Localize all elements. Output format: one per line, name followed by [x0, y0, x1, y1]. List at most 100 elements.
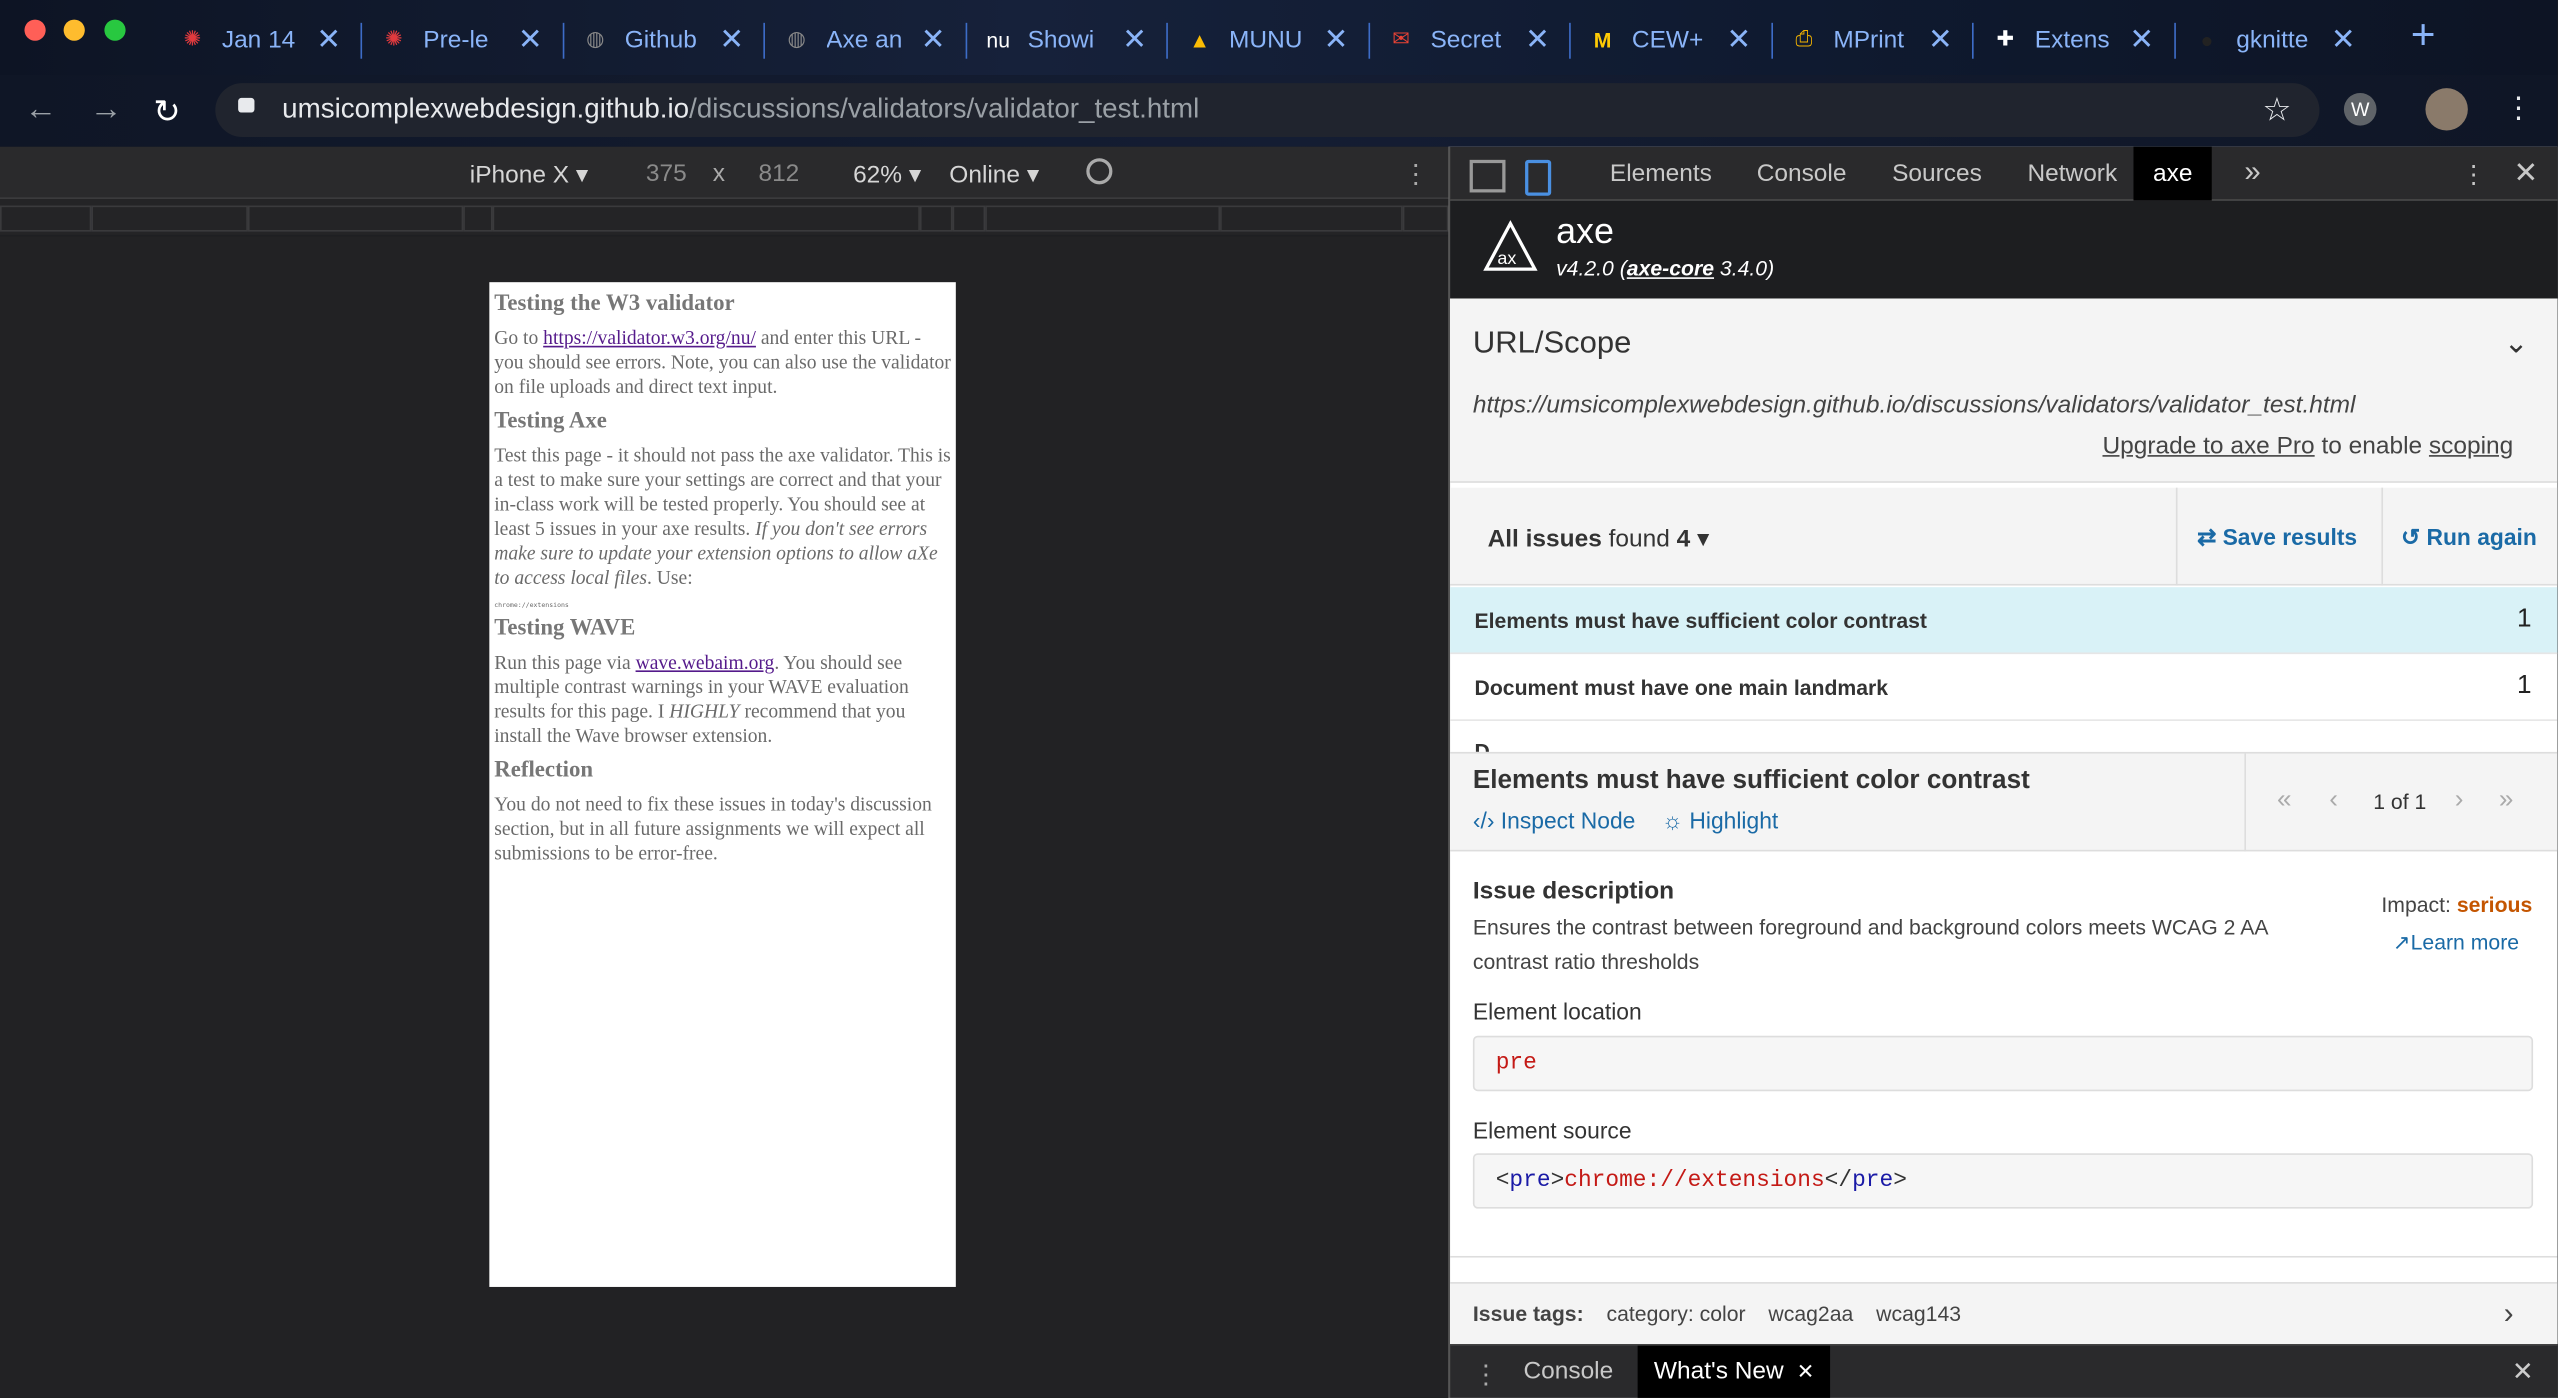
devtools-tab[interactable]: axe — [2133, 146, 2213, 201]
external-link-icon: ↗ — [2392, 929, 2411, 955]
highlight-button[interactable]: ☼ Highlight — [1662, 807, 1778, 833]
page-preview: Testing the W3 validator Go to https://v… — [489, 282, 956, 1287]
media-query-ruler — [0, 198, 1449, 235]
drawer-tab[interactable]: What's New ✕ — [1637, 1345, 1831, 1398]
wave-link[interactable]: wave.webaim.org — [636, 651, 775, 674]
tab-label: Github — [624, 25, 697, 54]
new-tab-button[interactable]: + — [2411, 10, 2436, 61]
element-source-box[interactable]: <pre>chrome://extensions</pre> — [1472, 1153, 2534, 1209]
puzzle-icon: ✚ — [1996, 26, 2015, 51]
element-location-title: Element location — [1472, 998, 1642, 1025]
forward-icon[interactable]: → — [90, 91, 123, 129]
detail-title: Elements must have sufficient color cont… — [1472, 766, 2030, 795]
more-tabs-icon[interactable]: » — [2244, 155, 2260, 189]
devtools-tab[interactable]: Elements — [1610, 160, 1712, 188]
chevron-down-icon[interactable]: ⌄ — [2504, 326, 2529, 360]
tab-close-icon[interactable]: ✕ — [2331, 22, 2356, 56]
axe-core-link[interactable]: axe-core — [1627, 256, 1714, 280]
tab-close-icon[interactable]: ✕ — [921, 22, 946, 56]
browser-tab[interactable]: ▲ MUNU ✕ — [1183, 13, 1348, 65]
tab-close-icon[interactable]: ✕ — [1324, 22, 1349, 56]
browser-tab[interactable]: ✉ Secret ✕ — [1385, 13, 1550, 65]
list-item-partial[interactable]: D — [1475, 739, 1490, 752]
axe-version: v4.2.0 (axe-core 3.4.0) — [1556, 256, 1775, 281]
height-input[interactable]: 812 — [758, 160, 799, 188]
drawer-tab[interactable]: Console — [1523, 1346, 1613, 1398]
maximize-window-button[interactable] — [104, 19, 126, 41]
drawer-close-icon[interactable]: ✕ — [2512, 1355, 2534, 1388]
tab-separator — [1367, 22, 1370, 59]
tab-separator — [1166, 22, 1168, 59]
back-icon[interactable]: ← — [24, 91, 57, 129]
devtools-tab[interactable]: Console — [1757, 160, 1847, 188]
tab-close-icon[interactable]: ✕ — [518, 22, 543, 56]
tab-close-icon[interactable]: ✕ — [1928, 22, 1953, 56]
nu-icon: nu — [986, 26, 1011, 52]
width-input[interactable]: 375 — [646, 160, 687, 188]
tab-label: Secret — [1430, 25, 1502, 54]
tab-close-icon[interactable]: ✕ — [1727, 22, 1752, 56]
browser-tab[interactable]: ● gknitte ✕ — [2191, 13, 2356, 65]
browser-tab[interactable]: ✺ Jan 14 ✕ — [176, 13, 341, 65]
last-page-icon[interactable]: » — [2499, 786, 2514, 815]
prev-page-icon[interactable]: ‹ — [2329, 786, 2338, 815]
scoping-link[interactable]: scoping — [2429, 432, 2513, 460]
tab-separator — [1770, 22, 1773, 59]
rotate-icon[interactable] — [1086, 158, 1113, 185]
bookmark-star-icon[interactable]: ☆ — [2262, 90, 2291, 131]
issue-row[interactable]: Document must have one main landmark 1 — [1450, 654, 2558, 721]
save-results-button[interactable]: ⇄ Save results — [2197, 524, 2357, 552]
inspect-element-icon[interactable] — [1469, 159, 1506, 193]
first-page-icon[interactable]: « — [2277, 786, 2292, 815]
tab-close-icon[interactable]: ✕ — [1525, 22, 1550, 56]
reload-icon[interactable]: ↻ — [153, 91, 180, 132]
tab-label: Showi — [1027, 25, 1095, 54]
devtools-tab[interactable]: Network — [2027, 160, 2117, 188]
paragraph-wave: Run this page via wave.webaim.org. You s… — [494, 650, 909, 748]
browser-tab[interactable]: ◍ Github ✕ — [579, 13, 744, 65]
issue-row[interactable]: Elements must have sufficient color cont… — [1450, 587, 2558, 655]
devtools-menu-icon[interactable]: ⋮ — [2461, 160, 2485, 189]
tab-close-icon[interactable]: ✕ — [316, 22, 341, 56]
browser-tab[interactable]: ⎙ MPrint ✕ — [1788, 13, 1953, 65]
validator-link[interactable]: https://validator.w3.org/nu/ — [543, 326, 756, 349]
avatar[interactable] — [2425, 88, 2468, 131]
tab-close-icon[interactable]: ✕ — [1122, 22, 1147, 56]
close-window-button[interactable] — [24, 19, 46, 41]
canvas-icon: ✺ — [183, 26, 202, 51]
devtools-close-icon[interactable]: ✕ — [2514, 157, 2539, 191]
menu-kebab-icon[interactable]: ⋮ — [2504, 91, 2533, 125]
devtools-tab[interactable]: Sources — [1892, 160, 1982, 188]
minimize-window-button[interactable] — [63, 19, 85, 41]
browser-tab[interactable]: ◍ Axe an ✕ — [780, 13, 946, 65]
tab-close-icon[interactable]: ✕ — [2129, 22, 2154, 56]
browser-tab[interactable]: nu Showi ✕ — [982, 13, 1147, 65]
drawer-tab-label: What's New — [1653, 1357, 1784, 1385]
heading-axe: Testing Axe — [494, 409, 607, 434]
drawer-tab-label: Console — [1523, 1357, 1614, 1385]
issue-count: 1 — [2516, 672, 2532, 700]
network-select[interactable]: Online ▾ — [949, 160, 1039, 189]
issues-filter[interactable]: All issues found 4 ▾ — [1488, 524, 1710, 553]
wave-extension-icon[interactable]: W — [2343, 92, 2377, 126]
url-text[interactable]: umsicomplexwebdesign.github.io/discussio… — [282, 93, 1199, 126]
globe-icon: ◍ — [586, 26, 605, 51]
tab-close-icon[interactable]: ✕ — [719, 22, 744, 56]
learn-more-link[interactable]: ↗Learn more — [2393, 930, 2519, 956]
element-location-box[interactable]: pre — [1472, 1035, 2534, 1092]
browser-tab[interactable]: M CEW+ ✕ — [1586, 13, 1751, 65]
github-icon: ● — [2200, 26, 2214, 52]
device-menu-icon[interactable]: ⋮ — [1403, 158, 1429, 191]
device-toggle-icon[interactable] — [1525, 159, 1552, 196]
run-again-button[interactable]: ↺ Run again — [2401, 524, 2537, 552]
browser-tab[interactable]: ✚ Extens ✕ — [1989, 13, 2154, 65]
drawer-menu-icon[interactable]: ⋮ — [1473, 1359, 1499, 1392]
close-icon[interactable]: ✕ — [1797, 1359, 1815, 1383]
next-page-icon[interactable]: › — [2455, 786, 2464, 815]
browser-tab[interactable]: ✺ Pre-le ✕ — [378, 13, 543, 65]
upgrade-link[interactable]: Upgrade to axe Pro — [2102, 432, 2314, 460]
inspect-node-button[interactable]: ‹/› Inspect Node — [1473, 807, 1635, 833]
device-select[interactable]: iPhone X ▾ — [470, 160, 588, 189]
chevron-right-icon[interactable]: › — [2504, 1297, 2514, 1331]
zoom-select[interactable]: 62% ▾ — [853, 160, 921, 189]
